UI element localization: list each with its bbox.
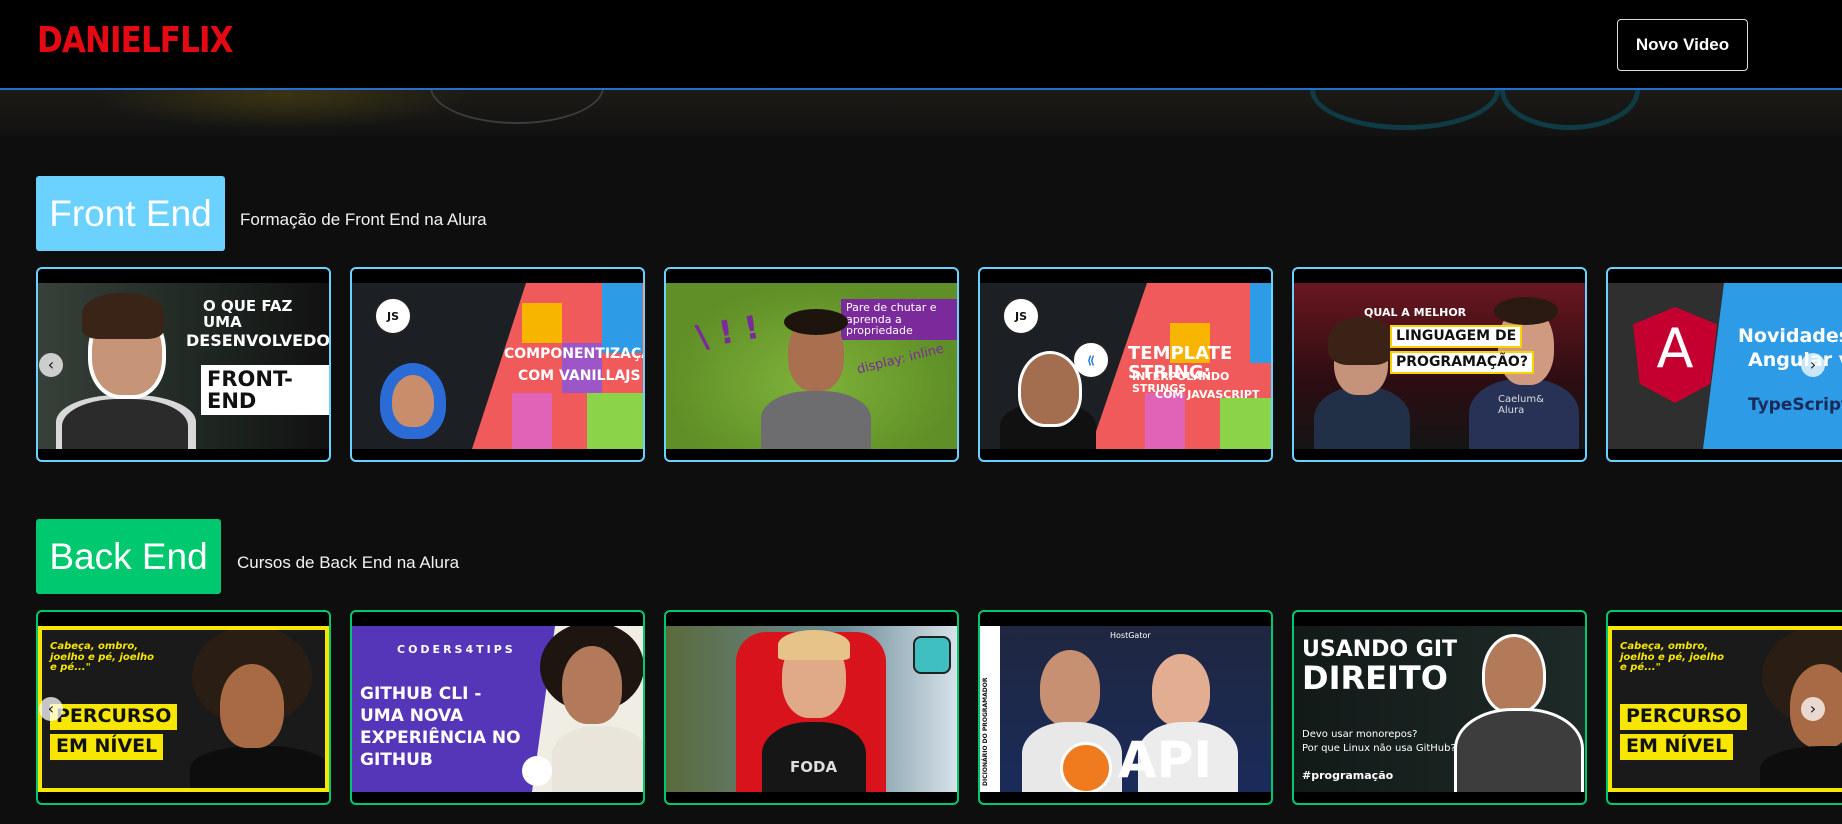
thumb-title-line: DESENVOLVEDORA	[186, 331, 329, 350]
carousel-next-button[interactable]: ›	[1801, 697, 1825, 721]
thumb-title-line: COM VANILLAJS	[518, 368, 641, 384]
thumb-subtitle-line: Devo usar monorepos?	[1302, 729, 1418, 740]
category-tag-front-end[interactable]: Front End	[36, 176, 225, 251]
logo[interactable]: DANIELFLIX	[37, 20, 233, 61]
thumb-quote: Cabeça, ombro, joelho e pé, joelho e pé.…	[1620, 641, 1724, 673]
video-card[interactable]: O QUE FAZ UMA DESENVOLVEDORA FRONT-END	[36, 267, 331, 462]
thumb-title-line: EM NÍVEL	[1620, 734, 1734, 760]
thumb-title-line: QUAL A MELHOR	[1364, 306, 1467, 319]
thumb-tag: #programação	[1302, 769, 1394, 782]
video-card[interactable]: JS ⟪ TEMPLATE STRING: INTERPOLANDO STRIN…	[978, 267, 1273, 462]
thumb-title-line: COM JAVASCRIPT	[1155, 388, 1260, 401]
thumb-title-line: EXPERIÊNCIA NO	[360, 728, 521, 748]
thumb-title-line: Angular v	[1748, 349, 1842, 371]
video-card[interactable]: FODA	[664, 610, 959, 805]
thumb-title-line: FRONT-END	[201, 365, 329, 416]
thumb-brand: CODERS4TIPS	[397, 643, 516, 656]
angular-icon: A	[1656, 317, 1694, 380]
thumb-shirt-text: FODA	[790, 758, 838, 776]
thumb-brand: HostGator	[1110, 631, 1151, 640]
thumb-shirt-text: Caelum& Alura	[1498, 394, 1544, 416]
thumb-title-line: PROGRAMAÇÃO?	[1390, 351, 1534, 374]
thumb-quote: Cabeça, ombro, joelho e pé, joelho e pé.…	[50, 641, 154, 673]
hero-banner-strip	[0, 90, 1842, 136]
thumb-title-line: PERCURSO	[50, 704, 178, 730]
video-card[interactable]: QUAL A MELHOR LINGUAGEM DE PROGRAMAÇÃO? …	[1292, 267, 1587, 462]
video-card[interactable]: Pare de chutar e aprenda a propriedade \…	[664, 267, 959, 462]
js-icon: JS	[374, 297, 412, 335]
video-card[interactable]: CODERS4TIPS GITHUB CLI - UMA NOVA EXPERI…	[350, 610, 645, 805]
carousel-prev-button[interactable]: ‹	[39, 353, 63, 377]
thumb-title-line: GITHUB	[360, 750, 433, 770]
category-description-front-end: Formação de Front End na Alura	[240, 210, 487, 229]
video-card[interactable]: Cabeça, ombro, joelho e pé, joelho e pé.…	[36, 610, 331, 805]
robot-icon	[913, 636, 951, 674]
category-description-back-end: Cursos de Back End na Alura	[237, 553, 460, 572]
thumb-title-line: GITHUB CLI -	[360, 684, 482, 704]
thumb-title-line: EM NÍVEL	[50, 734, 164, 760]
carousel-next-button[interactable]: ›	[1801, 353, 1825, 377]
github-icon	[522, 756, 552, 786]
video-card[interactable]: JS COMPONENTIZAÇÃO COM VANILLAJS	[350, 267, 645, 462]
new-video-button[interactable]: Novo Video	[1617, 19, 1748, 71]
thumb-side-text: DICIONÁRIO DO PROGRAMADOR	[982, 677, 989, 786]
thumb-title-line: DIREITO	[1302, 659, 1448, 697]
video-card[interactable]: DICIONÁRIO DO PROGRAMADOR HostGator API	[978, 610, 1273, 805]
top-nav-bar: DANIELFLIX Novo Video	[0, 0, 1842, 90]
thumb-title-line: Novidades	[1738, 325, 1842, 347]
thumb-title-line: COMPONENTIZAÇÃO	[504, 346, 643, 362]
category-tag-back-end[interactable]: Back End	[36, 519, 221, 594]
thumb-caption: Pare de chutar e aprenda a propriedade	[841, 299, 957, 340]
js-icon: JS	[1002, 297, 1040, 335]
thumb-title-line: PERCURSO	[1620, 704, 1748, 730]
carousel-prev-button[interactable]: ‹	[39, 697, 63, 721]
thumb-title-line: USANDO GIT	[1302, 637, 1458, 662]
thumb-title-line: API	[1118, 731, 1212, 789]
thumb-title-line: LINGUAGEM DE	[1390, 325, 1523, 348]
thumb-subtitle-line: Por que Linux não usa GitHub?	[1302, 743, 1456, 754]
thumb-tag: display: inline	[855, 341, 946, 378]
thumb-title-line: UMA NOVA	[360, 706, 464, 726]
api-icon	[1060, 742, 1112, 792]
thumb-title-line: O QUE FAZ UMA	[203, 297, 293, 331]
thumb-tag: TypeScript	[1748, 395, 1842, 415]
video-card[interactable]: USANDO GIT DIREITO Devo usar monorepos? …	[1292, 610, 1587, 805]
